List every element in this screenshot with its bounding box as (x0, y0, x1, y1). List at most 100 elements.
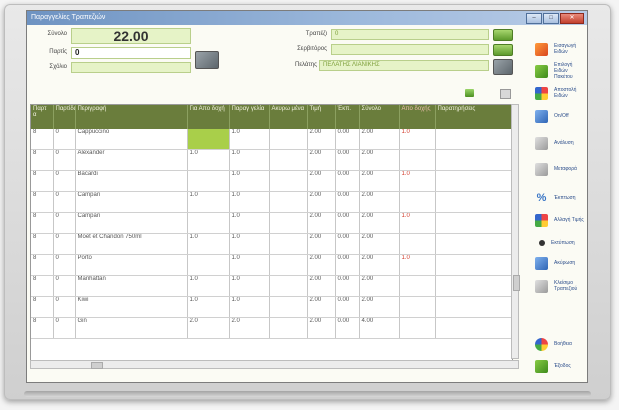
table-cell[interactable]: Cappuccino (75, 129, 188, 150)
table-cell[interactable]: 2.00 (359, 149, 400, 171)
select-table-icon[interactable] (493, 29, 513, 41)
table-cell[interactable] (399, 317, 436, 339)
col-header[interactable]: Σύνολο (359, 105, 400, 129)
change-price-button[interactable]: Αλλαγή Τιμής (535, 210, 587, 230)
table-cell[interactable] (269, 254, 308, 276)
table-cell[interactable]: 0.00 (335, 233, 360, 255)
table-cell[interactable] (269, 170, 308, 192)
select-customer-icon[interactable] (493, 59, 513, 75)
table-cell[interactable]: Porto (75, 254, 188, 276)
table-cell[interactable]: 2.00 (359, 170, 400, 192)
help-button[interactable]: Βοήθεια (535, 334, 587, 354)
col-header[interactable]: Παρτίδα (53, 105, 76, 129)
table-cell[interactable]: Bacardi (75, 170, 188, 192)
table-cell[interactable] (435, 296, 512, 318)
comment-field[interactable] (71, 62, 191, 73)
table-cell[interactable]: 0.00 (335, 129, 360, 150)
table-cell[interactable]: 1.0 (229, 233, 270, 255)
table-cell[interactable]: 1.0 (399, 129, 436, 150)
table-row[interactable]: 8 0 Porto 1.0 2.00 0.00 2.00 1.0 (31, 254, 512, 276)
table-row[interactable]: 8 0 Moet et Chandon 750ml 1.0 1.0 2.00 0.00 2.0… (31, 233, 512, 255)
table-cell[interactable] (269, 149, 308, 171)
table-cell[interactable] (435, 254, 512, 276)
table-cell[interactable] (435, 191, 512, 213)
table-cell[interactable]: 4.00 (359, 317, 400, 339)
table-cell[interactable]: 2.00 (359, 296, 400, 318)
table-cell[interactable]: 2.00 (359, 212, 400, 234)
table-cell[interactable]: 0 (53, 275, 76, 297)
col-header[interactable]: Παραγ γελία (229, 105, 270, 129)
col-header[interactable]: Περιγραφή (75, 105, 188, 129)
table-cell[interactable]: 8 (31, 191, 54, 213)
table-cell[interactable]: 0 (53, 191, 76, 213)
table-row[interactable]: 8 0 Campari 1.0 1.0 2.00 0.00 2.00 (31, 191, 512, 213)
table-row[interactable]: 8 0 Kiwi 1.0 1.0 2.00 0.00 2.00 (31, 296, 512, 318)
table-cell[interactable] (435, 212, 512, 234)
table-cell[interactable]: 1.0 (187, 191, 230, 213)
table-cell[interactable]: 2.00 (359, 129, 400, 150)
table-cell[interactable] (399, 275, 436, 297)
col-header[interactable]: Για Απο δοχή (187, 105, 230, 129)
table-cell[interactable]: 0 (53, 296, 76, 318)
table-cell[interactable]: 0.00 (335, 170, 360, 192)
col-header[interactable]: Έκπ. (335, 105, 360, 129)
table-cell[interactable]: 0 (53, 170, 76, 192)
table-cell[interactable]: 2.00 (307, 275, 336, 297)
table-cell[interactable]: 2.00 (307, 254, 336, 276)
table-cell[interactable]: 2.00 (307, 233, 336, 255)
table-cell[interactable] (269, 233, 308, 255)
table-cell[interactable]: 2.00 (307, 191, 336, 213)
table-cell[interactable]: 8 (31, 149, 54, 171)
table-cell[interactable] (399, 233, 436, 255)
table-cell[interactable]: 0.00 (335, 254, 360, 276)
table-cell[interactable]: 0 (53, 212, 76, 234)
scroll-thumb[interactable] (91, 362, 103, 369)
table-cell[interactable]: Campari (75, 212, 188, 234)
table-cell[interactable]: 1.0 (399, 212, 436, 234)
table-cell[interactable] (435, 233, 512, 255)
table-cell[interactable]: Manhattan (75, 275, 188, 297)
table-cell[interactable] (269, 317, 308, 339)
minimize-icon[interactable]: – (526, 13, 542, 24)
table-cell[interactable]: 1.0 (399, 170, 436, 192)
send-items-button[interactable]: Αποστολή Ειδών (535, 83, 587, 103)
table-cell[interactable]: 8 (31, 233, 54, 255)
edit-row-icon[interactable] (500, 89, 511, 99)
table-cell[interactable]: 8 (31, 296, 54, 318)
table-cell[interactable]: 0 (53, 129, 76, 150)
table-cell[interactable]: 8 (31, 317, 54, 339)
vertical-scrollbar[interactable] (511, 104, 520, 359)
move-row-icon[interactable] (465, 89, 474, 97)
table-cell[interactable]: 1.0 (229, 149, 270, 171)
table-cell[interactable] (187, 170, 230, 192)
table-cell[interactable] (187, 212, 230, 234)
exit-button[interactable]: Έξοδος (535, 356, 587, 376)
close-icon[interactable]: ✕ (560, 13, 584, 24)
table-cell[interactable]: 1.0 (229, 275, 270, 297)
table-cell[interactable] (435, 275, 512, 297)
table-field[interactable]: 0 (331, 29, 489, 40)
table-cell[interactable]: Kiwi (75, 296, 188, 318)
table-cell[interactable]: 0.00 (335, 275, 360, 297)
table-cell[interactable]: 2.00 (307, 212, 336, 234)
table-cell[interactable] (187, 254, 230, 276)
table-row[interactable]: 8 0 Manhattan 1.0 1.0 2.00 0.00 2.00 (31, 275, 512, 297)
on-off-button[interactable]: On/Off (535, 106, 587, 126)
table-cell[interactable]: 2.0 (187, 317, 230, 339)
table-row[interactable]: 8 0 Campari 1.0 2.00 0.00 2.00 1.0 (31, 212, 512, 234)
table-cell[interactable]: 1.0 (229, 296, 270, 318)
calculator-icon[interactable] (195, 51, 219, 69)
table-cell[interactable]: 1.0 (229, 191, 270, 213)
print-button[interactable]: Εκτύπωση (535, 233, 587, 253)
table-cell[interactable]: Campari (75, 191, 188, 213)
table-cell[interactable] (399, 149, 436, 171)
col-header[interactable]: Απο δοχής (399, 105, 436, 129)
table-cell[interactable]: 0.00 (335, 149, 360, 171)
waiter-field[interactable] (331, 44, 489, 55)
split-button[interactable]: Ανάλυση (535, 133, 587, 153)
table-cell[interactable]: 1.0 (187, 149, 230, 171)
table-cell[interactable]: 0.00 (335, 296, 360, 318)
maximize-icon[interactable]: □ (543, 13, 559, 24)
table-cell[interactable]: 2.00 (307, 296, 336, 318)
table-row[interactable]: 8 0 Cappuccino 1.0 2.00 0.00 2.00 1.0 (31, 129, 512, 150)
